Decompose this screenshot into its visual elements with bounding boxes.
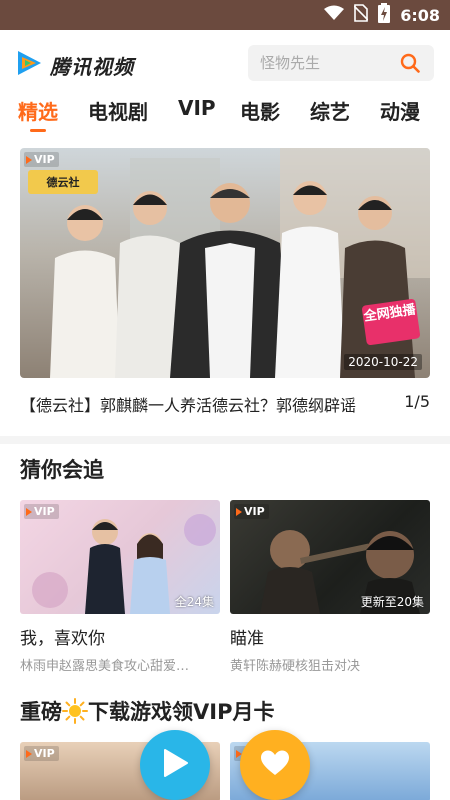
play-button[interactable] bbox=[140, 730, 210, 800]
video-thumbnail[interactable]: VIP 全24集 bbox=[20, 500, 220, 614]
exclusive-tag: 全网独播 bbox=[361, 298, 421, 346]
search-box[interactable] bbox=[248, 45, 434, 81]
logo-text: 腾讯视频 bbox=[50, 54, 134, 79]
episode-count: 更新至20集 bbox=[360, 595, 424, 609]
sun-icon bbox=[62, 698, 88, 724]
section-title: 猜你会追 bbox=[20, 458, 104, 482]
banner-caption[interactable]: 【德云社】郭麒麟一人养活德云社？郭德纲辟谣 bbox=[20, 392, 388, 416]
battery-charging-icon bbox=[378, 3, 391, 27]
tab-variety[interactable]: 综艺 bbox=[310, 96, 350, 125]
guess-section: 猜你会追 VIP 全24集 我，喜欢你 林雨申赵露思美食攻心甜爱… VIP 更新… bbox=[0, 444, 450, 684]
heart-icon bbox=[260, 749, 290, 781]
app-logo[interactable]: 腾讯视频 bbox=[14, 48, 134, 82]
active-tab-indicator bbox=[30, 129, 46, 132]
search-input[interactable] bbox=[260, 45, 400, 81]
wifi-icon bbox=[324, 5, 345, 25]
vip-badge: VIP bbox=[234, 504, 269, 519]
vip-badge: VIP bbox=[24, 504, 59, 519]
video-thumbnail[interactable]: VIP 更新至20集 bbox=[230, 500, 430, 614]
promo-section: 重磅 下载游戏领VIP月卡 VIP VIP bbox=[0, 684, 450, 800]
status-time: 6:08 bbox=[400, 5, 440, 25]
app-header: 腾讯视频 bbox=[0, 30, 450, 90]
video-card[interactable]: VIP 全24集 我，喜欢你 林雨申赵露思美食攻心甜爱… bbox=[20, 500, 220, 674]
tab-anime[interactable]: 动漫 bbox=[380, 96, 420, 125]
tencent-video-logo-icon bbox=[14, 48, 44, 82]
tab-tv-series[interactable]: 电视剧 bbox=[88, 96, 148, 125]
vip-badge: VIP bbox=[24, 152, 59, 167]
no-sim-icon bbox=[353, 4, 369, 26]
search-icon[interactable] bbox=[400, 53, 420, 77]
tab-vip[interactable]: VIP bbox=[178, 96, 216, 120]
video-subtitle: 黄轩陈赫硬核狙击对决 bbox=[230, 659, 361, 674]
vip-badge: VIP bbox=[24, 746, 59, 761]
show-logo: 德云社 bbox=[28, 170, 98, 194]
banner-date: 2020-10-22 bbox=[344, 354, 422, 370]
banner-carousel: VIP 德云社 全网独播 2020-10-22 【德云社】郭麒麟一人养活德云社？… bbox=[0, 140, 450, 436]
category-tabs: 精选 电视剧 VIP 电影 综艺 动漫 bbox=[0, 90, 450, 140]
tab-featured[interactable]: 精选 bbox=[18, 96, 58, 125]
video-title: 瞄准 bbox=[230, 629, 264, 649]
favorite-button[interactable] bbox=[240, 730, 310, 800]
tab-movies[interactable]: 电影 bbox=[240, 96, 280, 125]
banner-image[interactable]: VIP 德云社 全网独播 2020-10-22 bbox=[20, 148, 430, 378]
video-card[interactable]: VIP 更新至20集 瞄准 黄轩陈赫硬核狙击对决 bbox=[230, 500, 430, 674]
episode-count: 全24集 bbox=[174, 595, 214, 609]
video-subtitle: 林雨申赵露思美食攻心甜爱… bbox=[20, 659, 190, 674]
play-icon bbox=[161, 748, 189, 782]
promo-title-text: 下载游戏领VIP月卡 bbox=[88, 700, 275, 724]
banner-page-indicator: 1/5 bbox=[404, 392, 430, 411]
video-title: 我，喜欢你 bbox=[20, 629, 105, 649]
status-bar: 6:08 bbox=[0, 0, 450, 30]
promo-section-title[interactable]: 重磅 下载游戏领VIP月卡 bbox=[20, 696, 274, 726]
promo-title-prefix: 重磅 bbox=[20, 700, 62, 724]
